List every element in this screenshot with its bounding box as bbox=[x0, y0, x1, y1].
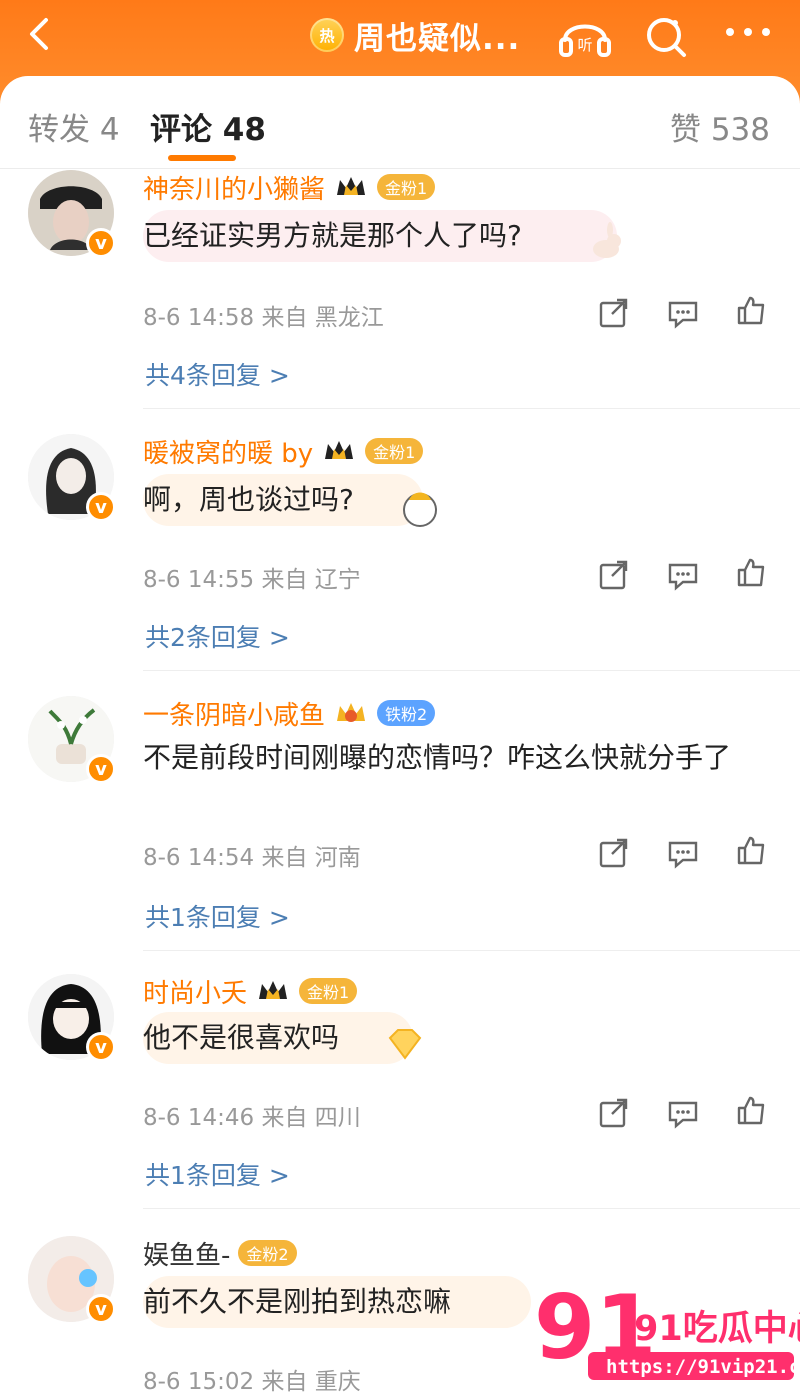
reply-link[interactable]: 共2条回复 > bbox=[145, 618, 290, 654]
listen-icon[interactable]: 听 bbox=[555, 8, 615, 64]
comment-meta: 8-6 15:02 来自 重庆 bbox=[143, 1369, 361, 1395]
share-icon[interactable] bbox=[597, 1096, 631, 1130]
crown-icon bbox=[337, 703, 366, 722]
reply-link[interactable]: 共4条回复 > bbox=[145, 356, 290, 392]
comment-text: 啊，周也谈过吗? bbox=[143, 483, 354, 516]
comment-meta: 8-6 14:54 来自 河南 bbox=[143, 845, 361, 871]
active-tab-indicator bbox=[168, 155, 236, 161]
back-icon[interactable] bbox=[22, 14, 62, 54]
divider bbox=[143, 670, 800, 671]
username[interactable]: 神奈川的小獭酱 bbox=[143, 169, 325, 206]
like-icon[interactable] bbox=[735, 834, 769, 868]
comment-icon[interactable] bbox=[666, 558, 700, 592]
fan-badge: 金粉2 bbox=[238, 1240, 297, 1266]
username[interactable]: 娱鱼鱼- bbox=[143, 1235, 230, 1272]
reply-link[interactable]: 共1条回复 > bbox=[145, 898, 290, 934]
comment-icon[interactable] bbox=[666, 296, 700, 330]
verified-badge: v bbox=[86, 492, 116, 522]
verified-badge: v bbox=[86, 228, 116, 258]
like-icon[interactable] bbox=[735, 294, 769, 328]
hot-badge: 热 bbox=[310, 18, 344, 52]
username-row: 娱鱼鱼- 金粉2 bbox=[143, 1234, 297, 1272]
comment-meta: 8-6 14:55 来自 辽宁 bbox=[143, 567, 361, 593]
title-text: 周也疑似... bbox=[354, 20, 521, 57]
username-row: 一条阴暗小咸鱼 铁粉2 bbox=[143, 694, 436, 732]
tab-likes[interactable]: 赞 538 bbox=[670, 104, 770, 149]
username-row: 暖被窝的暖 by 金粉1 bbox=[143, 432, 424, 470]
comment-icon[interactable] bbox=[666, 836, 700, 870]
fan-badge: 金粉1 bbox=[299, 978, 358, 1004]
fan-badge: 金粉1 bbox=[377, 174, 436, 200]
watermark-url: https://91vip21.com bbox=[606, 1356, 800, 1378]
username-row: 神奈川的小獭酱 金粉1 bbox=[143, 168, 436, 206]
comment-meta: 8-6 14:46 来自 四川 bbox=[143, 1105, 361, 1131]
share-icon[interactable] bbox=[597, 296, 631, 330]
fan-badge: 金粉1 bbox=[365, 438, 424, 464]
divider bbox=[143, 1208, 800, 1209]
more-icon[interactable] bbox=[720, 18, 776, 46]
divider bbox=[143, 950, 800, 951]
like-icon[interactable] bbox=[735, 1094, 769, 1128]
tab-bar: 转发 4 评论 48 赞 538 bbox=[0, 76, 800, 169]
search-icon[interactable] bbox=[640, 8, 692, 64]
username-row: 时尚小夭 金粉1 bbox=[143, 972, 358, 1010]
crown-icon bbox=[325, 441, 354, 459]
rabbit-sticker-icon bbox=[593, 222, 621, 258]
share-icon[interactable] bbox=[597, 836, 631, 870]
watermark-brand: 91吃瓜中心 bbox=[634, 1309, 800, 1349]
verified-badge: v bbox=[86, 1032, 116, 1062]
like-icon[interactable] bbox=[735, 556, 769, 590]
svg-text:听: 听 bbox=[577, 36, 592, 54]
fan-badge: 铁粉2 bbox=[377, 700, 436, 726]
comment-meta: 8-6 14:58 来自 黑龙江 bbox=[143, 305, 384, 331]
diamond-sticker-icon bbox=[388, 1029, 422, 1060]
comment-text: 他不是很喜欢吗 bbox=[143, 1021, 340, 1054]
comment-text: 已经证实男方就是那个人了吗? bbox=[143, 219, 522, 252]
comment-icon[interactable] bbox=[666, 1096, 700, 1130]
username[interactable]: 时尚小夭 bbox=[143, 973, 247, 1010]
tab-comments[interactable]: 评论 48 bbox=[150, 104, 266, 149]
comment-text: 不是前段时间刚曝的恋情吗？咋这么快就分手了 bbox=[143, 741, 732, 774]
sticker-icon bbox=[403, 492, 437, 527]
verified-badge: v bbox=[86, 1294, 116, 1324]
crown-icon bbox=[337, 177, 366, 195]
comment-text: 前不久不是刚拍到热恋嘛 bbox=[143, 1285, 452, 1318]
username[interactable]: 一条阴暗小咸鱼 bbox=[143, 695, 325, 732]
verified-badge: v bbox=[86, 754, 116, 784]
username[interactable]: 暖被窝的暖 by bbox=[143, 433, 313, 470]
page-title: 热 周也疑似... bbox=[310, 15, 521, 57]
divider bbox=[143, 408, 800, 409]
watermark-logo: 91 91吃瓜中心 https://91vip21.com bbox=[534, 1280, 800, 1380]
reply-link[interactable]: 共1条回复 > bbox=[145, 1156, 290, 1192]
tab-repost[interactable]: 转发 4 bbox=[28, 104, 120, 149]
share-icon[interactable] bbox=[597, 558, 631, 592]
crown-icon bbox=[259, 981, 288, 999]
